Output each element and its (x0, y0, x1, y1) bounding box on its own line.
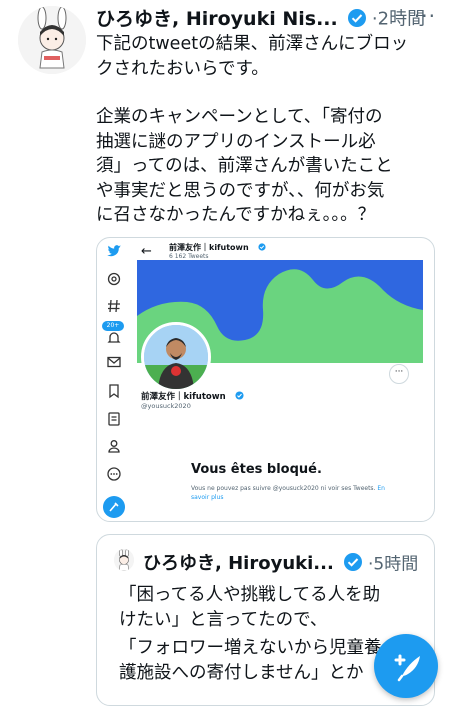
blocked-message-block: Vous ne pouvez pas suivre @yousuck2020 n… (191, 484, 401, 502)
twitter-bird-icon (107, 245, 121, 257)
tweet-paragraph-2: 企業のキャンペーンとして、「寄付の 抽選に謎のアプリのインストール必 須」っての… (96, 107, 393, 225)
attached-image[interactable]: 20+ ← 前澤友作｜kifutown 6 162 Tweets ··· 前澤友… (96, 237, 435, 522)
more-options-icon[interactable]: ··· (414, 4, 436, 28)
notifications-icon[interactable] (106, 330, 122, 346)
embedded-tweet-count: 6 162 Tweets (169, 253, 209, 260)
profile-icon[interactable] (106, 438, 122, 454)
back-arrow-icon[interactable]: ← (141, 244, 152, 259)
verified-icon (235, 391, 244, 400)
verified-icon (258, 243, 266, 251)
tweet-header: ひろゆき, Hiroyuki Nis... ·2時間 (96, 4, 446, 30)
embedded-profile-avatar (141, 322, 211, 392)
quoted-tweet-header: ひろゆき, Hiroyuki... ·5時間 (143, 549, 418, 575)
explore-icon[interactable] (106, 271, 122, 287)
quoted-author-name: ひろゆき, Hiroyuki... (143, 553, 334, 574)
embedded-sidebar: 20+ (97, 238, 131, 521)
embedded-handle: @yousuck2020 (141, 402, 191, 410)
blocked-title: Vous êtes bloqué. (191, 462, 322, 477)
quoted-tweet-time: ·5時間 (367, 554, 419, 575)
tweet-paragraph-1: 下記のtweetの結果、前澤さんにブロッ クされたおいらです。 (96, 34, 409, 79)
bookmark-icon[interactable] (106, 383, 122, 399)
author-avatar[interactable] (18, 6, 86, 74)
embedded-profile-name: 前澤友作｜kifutown (169, 243, 249, 252)
verified-icon (347, 8, 367, 28)
tweet-text: 下記のtweetの結果、前澤さんにブロッ クされたおいらです。 企業のキャンペー… (96, 32, 431, 228)
quoted-author-avatar (114, 549, 134, 571)
blocked-message: Vous ne pouvez pas suivre @yousuck2020 n… (191, 485, 376, 492)
author-name[interactable]: ひろゆき, Hiroyuki Nis... (96, 4, 338, 31)
compose-icon[interactable] (103, 496, 125, 518)
embedded-display-name: 前澤友作｜kifutown (141, 392, 226, 402)
hashtag-icon[interactable] (106, 298, 122, 314)
compose-icon (394, 654, 420, 682)
embedded-more-button[interactable]: ··· (389, 364, 409, 384)
quoted-paragraph-1: 「困ってる人や挑戦してる人を助 けたい」と言ってたので、 (119, 585, 381, 630)
compose-tweet-button[interactable] (374, 634, 438, 698)
lists-icon[interactable] (106, 411, 122, 427)
messages-icon[interactable] (106, 354, 122, 370)
verified-icon (343, 552, 363, 572)
more-icon[interactable] (106, 466, 122, 482)
